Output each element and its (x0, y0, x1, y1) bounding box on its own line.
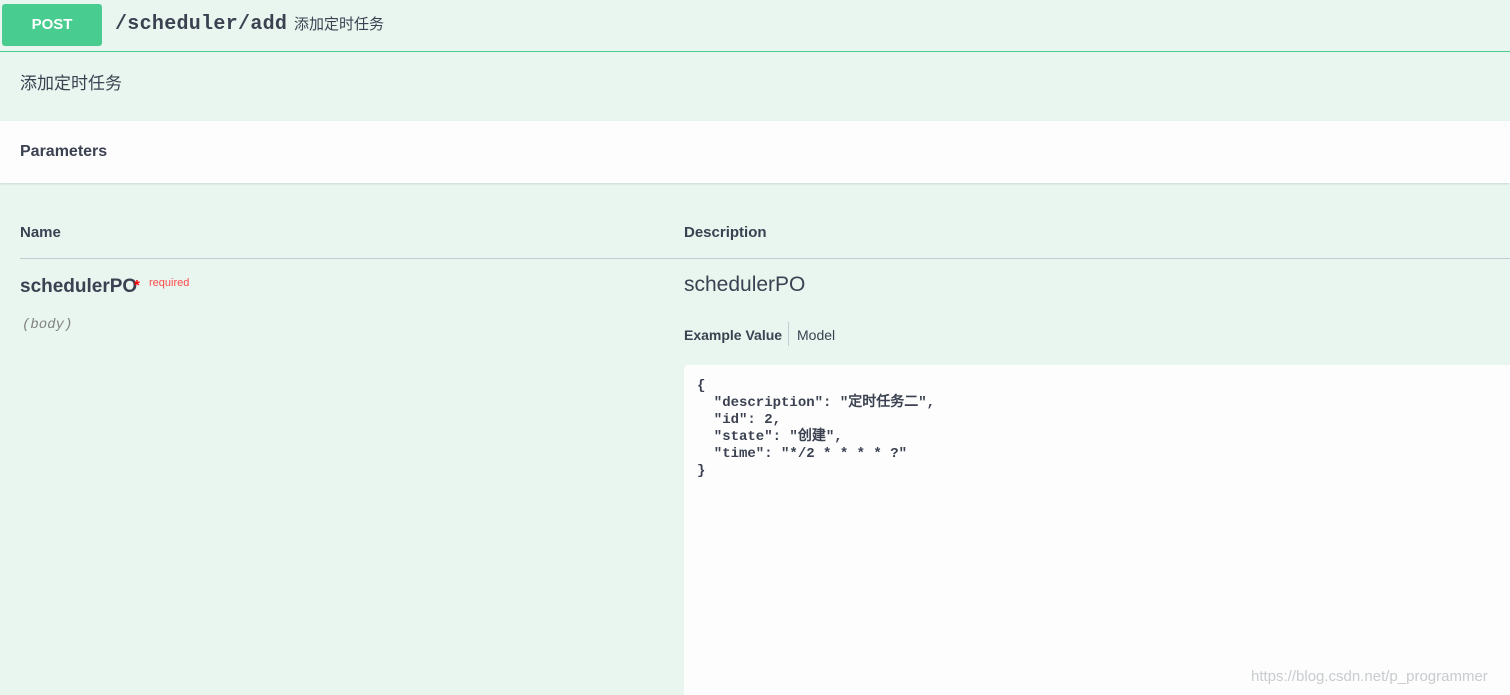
method-badge[interactable]: POST (2, 4, 102, 46)
tab-separator (788, 322, 789, 346)
parameter-description-title: schedulerPO (684, 273, 806, 296)
tab-example-value[interactable]: Example Value (684, 325, 782, 345)
watermark: https://blog.csdn.net/p_programmer (1251, 668, 1488, 685)
parameter-location: (body) (22, 317, 73, 333)
operation-header[interactable]: POST /scheduler/add 添加定时任务 (0, 0, 1510, 52)
required-label: required (149, 277, 190, 289)
operation-path: /scheduler/add (115, 13, 288, 36)
parameters-section-header: Parameters (0, 121, 1510, 183)
column-header-name: Name (20, 224, 61, 241)
operation-description: 添加定时任务 (20, 74, 122, 93)
tab-model[interactable]: Model (797, 325, 835, 345)
required-star: * (134, 277, 140, 294)
parameter-name: schedulerPO (20, 276, 138, 297)
parameters-title: Parameters (20, 143, 108, 160)
example-json-code[interactable]: { "description": "定时任务二", "id": 2, "stat… (697, 378, 935, 480)
operation-summary: 添加定时任务 (294, 16, 385, 33)
column-divider (20, 258, 1510, 259)
column-header-description: Description (684, 224, 767, 241)
example-value-editor[interactable]: { "description": "定时任务二", "id": 2, "stat… (684, 365, 1510, 695)
